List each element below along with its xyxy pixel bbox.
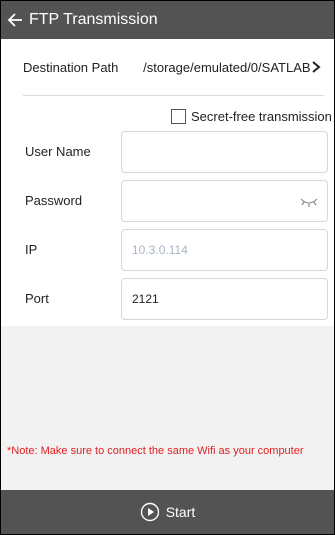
arrow-left-icon [7, 13, 22, 27]
ip-row: IP 10.3.0.114 [1, 229, 334, 271]
port-label: Port [25, 291, 49, 306]
username-row: User Name [1, 131, 334, 173]
username-label: User Name [25, 144, 91, 159]
password-label: Password [25, 193, 83, 208]
page-title: FTP Transmission [29, 11, 158, 28]
form-panel: Destination Path /storage/emulated/0/SAT… [1, 39, 334, 326]
title-bar: FTP Transmission [1, 1, 334, 39]
secret-free-toggle[interactable]: Secret-free transmission [171, 109, 332, 124]
chevron-right-icon [311, 60, 324, 74]
password-input[interactable] [121, 180, 328, 222]
wifi-note: *Note: Make sure to connect the same Wif… [7, 445, 304, 457]
ip-label: IP [25, 242, 38, 257]
destination-path-value: /storage/emulated/0/SATLAB [143, 59, 311, 75]
port-input[interactable]: 2121 [121, 278, 328, 320]
eye-closed-icon[interactable] [299, 195, 319, 209]
destination-path-label: Destination Path [23, 59, 119, 75]
secret-free-checkbox[interactable] [171, 109, 186, 124]
ftp-screen: FTP Transmission Destination Path /stora… [0, 0, 335, 535]
username-input[interactable] [121, 131, 328, 173]
ip-input[interactable]: 10.3.0.114 [121, 229, 328, 271]
destination-path-row[interactable]: Destination Path /storage/emulated/0/SAT… [23, 39, 324, 96]
start-button[interactable]: Start [1, 490, 334, 534]
start-label: Start [165, 504, 196, 520]
play-circle-icon [140, 502, 159, 522]
back-button[interactable] [7, 11, 25, 29]
secret-free-label: Secret-free transmission [191, 109, 332, 124]
port-row: Port 2121 [1, 278, 334, 320]
password-row: Password [1, 180, 334, 222]
